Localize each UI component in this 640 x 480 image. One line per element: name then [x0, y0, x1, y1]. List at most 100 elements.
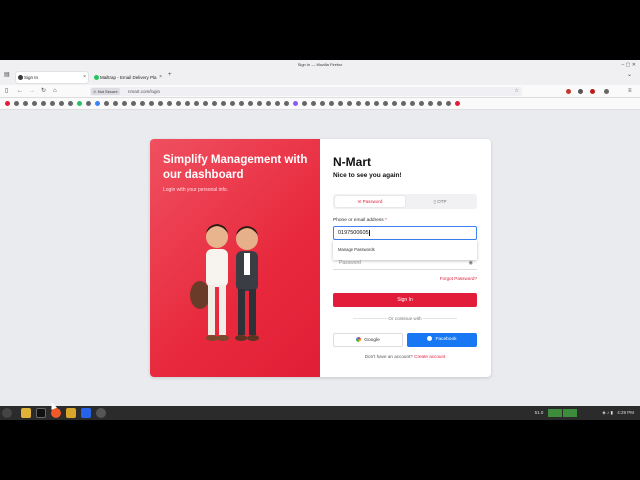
app-icon[interactable] [81, 408, 91, 418]
system-tray: 51.0 ◈ ♪ ▮ 4:29 PM [535, 406, 634, 420]
tab-label: Sign In [24, 75, 39, 80]
not-secure-badge[interactable]: ⚠ Not Secure [91, 88, 120, 95]
window-controls[interactable]: ‒ ▢ ✕ [622, 60, 636, 70]
bookmark-icon[interactable] [23, 101, 28, 106]
bookmark-icon[interactable] [437, 101, 442, 106]
cpu-graph-icon [547, 408, 562, 417]
bookmark-icon[interactable] [329, 101, 334, 106]
home-icon[interactable]: ⌂ [53, 87, 57, 96]
app-icon[interactable] [66, 408, 76, 418]
start-menu-icon[interactable] [2, 408, 12, 418]
tab-mailtrap[interactable]: Mailtrap - Email Delivery Pla × [92, 72, 164, 83]
forward-icon[interactable]: → [29, 87, 35, 96]
bookmark-icon[interactable] [167, 101, 172, 106]
bookmark-icon[interactable] [428, 101, 433, 106]
google-login-button[interactable]: Google [333, 333, 403, 347]
bookmark-icon[interactable] [194, 101, 199, 106]
bookmark-icon[interactable] [86, 101, 91, 106]
sidebar-icon[interactable]: ▯ [5, 87, 8, 96]
bookmark-icon[interactable] [419, 101, 424, 106]
bookmark-icon[interactable] [41, 101, 46, 106]
volume-icon[interactable]: ♪ [607, 410, 609, 415]
bookmark-icon[interactable] [50, 101, 55, 106]
app-icon[interactable] [96, 408, 106, 418]
otp-tab[interactable]: ▯ OTP [405, 196, 475, 207]
bookmark-icon[interactable] [311, 101, 316, 106]
terminal-icon[interactable] [36, 408, 46, 418]
bookmark-icon[interactable] [176, 101, 181, 106]
url-bar[interactable]: ⚠ Not Secure nmart.com/login ☆ [90, 87, 522, 96]
back-icon[interactable]: ← [17, 87, 23, 96]
reload-icon[interactable]: ↻ [41, 87, 46, 96]
bookmark-icon[interactable] [374, 101, 379, 106]
bookmark-icon[interactable] [221, 101, 226, 106]
bookmark-icon[interactable] [248, 101, 253, 106]
bookmark-icon[interactable] [113, 101, 118, 106]
sign-in-button[interactable]: Sign In [333, 293, 477, 307]
hero-heading: Simplify Management with our dashboard [163, 154, 308, 181]
close-tab-icon[interactable]: × [159, 72, 162, 83]
bookmark-icon[interactable] [257, 101, 262, 106]
create-account-link[interactable]: Create account [414, 354, 445, 359]
close-tab-icon[interactable]: × [83, 72, 86, 83]
extensions-puzzle-icon[interactable] [604, 89, 609, 94]
youtube-bookmark-icon[interactable] [5, 101, 10, 106]
window-title: Sign In — Mozilla Firefox [297, 62, 343, 67]
network-icon[interactable]: ◈ [602, 410, 605, 415]
forgot-password-link[interactable]: Forgot Password? [440, 276, 477, 281]
extension-icon[interactable] [578, 89, 583, 94]
file-manager-icon[interactable] [21, 408, 31, 418]
bookmark-icon[interactable] [212, 101, 217, 106]
battery-icon[interactable]: ▮ [610, 410, 612, 415]
bookmark-icon[interactable] [95, 101, 100, 106]
bookmark-icon[interactable] [149, 101, 154, 106]
bookmark-icon[interactable] [356, 101, 361, 106]
bookmark-icon[interactable] [239, 101, 244, 106]
login-form-panel: N-Mart Nice to see you again! ✉ Password… [320, 139, 491, 377]
bookmark-icon[interactable] [140, 101, 145, 106]
bookmark-icon[interactable] [59, 101, 64, 106]
clock[interactable]: 4:29 PM [617, 410, 634, 415]
whatsapp-bookmark-icon[interactable] [77, 101, 82, 106]
bookmark-icon[interactable] [302, 101, 307, 106]
bookmark-icon[interactable] [293, 101, 298, 106]
bookmark-icon[interactable] [203, 101, 208, 106]
bookmark-icon[interactable] [392, 101, 397, 106]
bookmark-icon[interactable] [104, 101, 109, 106]
bookmark-icon[interactable] [230, 101, 235, 106]
volume-level[interactable]: 51.0 [535, 410, 544, 415]
bookmark-icon[interactable] [122, 101, 127, 106]
bookmark-icon[interactable] [14, 101, 19, 106]
menu-icon[interactable]: ≡ [628, 87, 632, 96]
bookmark-icon[interactable] [275, 101, 280, 106]
bookmark-icon[interactable] [68, 101, 73, 106]
tab-sign-in[interactable]: Sign In × [16, 72, 88, 83]
bookmark-icon[interactable] [266, 101, 271, 106]
manage-passwords-item[interactable]: Manage Passwords [338, 247, 375, 252]
bookmark-icon[interactable] [158, 101, 163, 106]
bookmark-icon[interactable] [401, 101, 406, 106]
bookmark-icon[interactable] [347, 101, 352, 106]
tab-overview-icon[interactable]: ▤ [4, 71, 10, 80]
phone-email-input[interactable]: 0197500605 [333, 226, 477, 240]
extension-icon[interactable] [590, 89, 595, 94]
bookmark-icon[interactable] [410, 101, 415, 106]
or-continue-divider: Or continue with [333, 316, 477, 321]
list-tabs-icon[interactable]: ⌄ [627, 71, 632, 80]
password-tab[interactable]: ✉ Password [335, 196, 405, 207]
new-tab-icon[interactable]: + [168, 71, 172, 80]
extension-icon[interactable] [566, 89, 571, 94]
firefox-icon[interactable] [51, 408, 61, 418]
bookmark-icon[interactable] [365, 101, 370, 106]
youtube-bookmark-icon[interactable] [455, 101, 460, 106]
bookmark-icon[interactable] [284, 101, 289, 106]
bookmark-star-icon[interactable]: ☆ [515, 87, 519, 96]
bookmark-icon[interactable] [338, 101, 343, 106]
bookmark-icon[interactable] [131, 101, 136, 106]
bookmark-icon[interactable] [320, 101, 325, 106]
bookmark-icon[interactable] [32, 101, 37, 106]
facebook-login-button[interactable]: Facebook [407, 333, 477, 347]
bookmark-icon[interactable] [446, 101, 451, 106]
bookmark-icon[interactable] [185, 101, 190, 106]
bookmark-icon[interactable] [383, 101, 388, 106]
